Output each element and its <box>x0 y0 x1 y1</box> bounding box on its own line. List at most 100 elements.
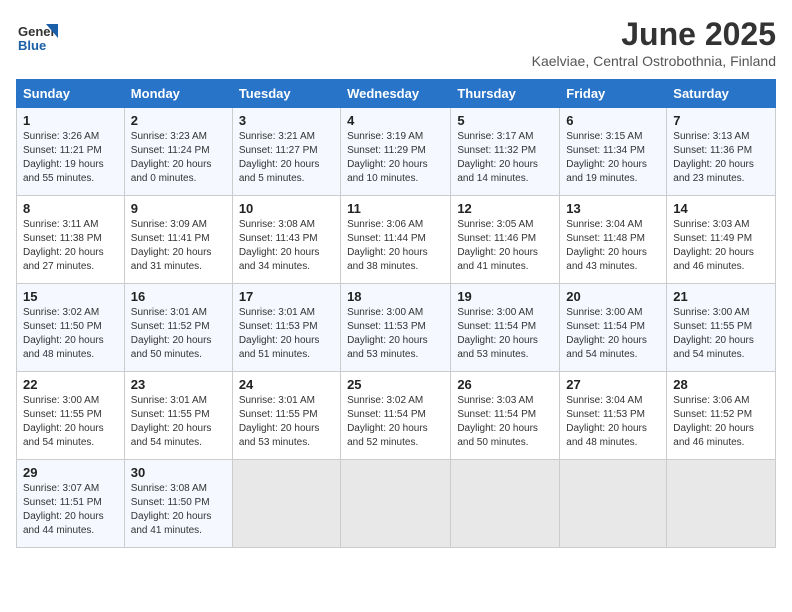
day-info: Sunrise: 3:02 AM Sunset: 11:50 PM Daylig… <box>23 306 118 362</box>
day-info: Sunrise: 3:04 AM Sunset: 11:48 PM Daylig… <box>566 218 660 274</box>
header-day-wednesday: Wednesday <box>341 80 451 108</box>
calendar-cell: 30 Sunrise: 3:08 AM Sunset: 11:50 PM Dayl… <box>124 460 232 548</box>
day-info: Sunrise: 3:01 AM Sunset: 11:53 PM Daylig… <box>239 306 334 362</box>
week-row-2: 8Sunrise: 3:11 AM Sunset: 11:38 PM Dayli… <box>17 196 776 284</box>
day-number: 16 <box>131 289 226 304</box>
calendar-cell: 8Sunrise: 3:11 AM Sunset: 11:38 PM Dayli… <box>17 196 125 284</box>
day-info: Sunrise: 3:06 AM Sunset: 11:52 PM Daylig… <box>673 394 769 450</box>
day-info: Sunrise: 3:15 AM Sunset: 11:34 PM Daylig… <box>566 130 660 186</box>
day-number: 8 <box>23 201 118 216</box>
day-number: 4 <box>347 113 444 128</box>
calendar-cell: 19Sunrise: 3:00 AM Sunset: 11:54 PM Dayl… <box>451 284 560 372</box>
calendar-cell: 14 Sunrise: 3:03 AM Sunset: 11:49 PM Dayl… <box>667 196 776 284</box>
day-info: Sunrise: 3:09 AM Sunset: 11:41 PM Daylig… <box>131 218 226 274</box>
calendar-cell: 18Sunrise: 3:00 AM Sunset: 11:53 PM Dayl… <box>341 284 451 372</box>
header-day-friday: Friday <box>560 80 667 108</box>
header-day-tuesday: Tuesday <box>232 80 340 108</box>
calendar-cell: 15 Sunrise: 3:02 AM Sunset: 11:50 PM Dayl… <box>17 284 125 372</box>
calendar-cell: 29 Sunrise: 3:07 AM Sunset: 11:51 PM Dayl… <box>17 460 125 548</box>
day-info: Sunrise: 3:01 AM Sunset: 11:55 PM Daylig… <box>239 394 334 450</box>
day-number: 10 <box>239 201 334 216</box>
day-number: 27 <box>566 377 660 392</box>
day-number: 23 <box>131 377 226 392</box>
day-info: Sunrise: 3:05 AM Sunset: 11:46 PM Daylig… <box>457 218 553 274</box>
day-info: Sunrise: 3:13 AM Sunset: 11:36 PM Daylig… <box>673 130 769 186</box>
day-number: 3 <box>239 113 334 128</box>
calendar-cell: 17 Sunrise: 3:01 AM Sunset: 11:53 PM Dayl… <box>232 284 340 372</box>
calendar-cell: 11 Sunrise: 3:06 AM Sunset: 11:44 PM Dayl… <box>341 196 451 284</box>
day-number: 29 <box>23 465 118 480</box>
calendar-cell <box>451 460 560 548</box>
location: Kaelviae, Central Ostrobothnia, Finland <box>532 53 776 69</box>
calendar-cell: 28 Sunrise: 3:06 AM Sunset: 11:52 PM Dayl… <box>667 372 776 460</box>
day-info: Sunrise: 3:06 AM Sunset: 11:44 PM Daylig… <box>347 218 444 274</box>
day-info: Sunrise: 3:03 AM Sunset: 11:49 PM Daylig… <box>673 218 769 274</box>
day-number: 15 <box>23 289 118 304</box>
calendar-cell: 9 Sunrise: 3:09 AM Sunset: 11:41 PM Dayli… <box>124 196 232 284</box>
day-number: 9 <box>131 201 226 216</box>
calendar-cell: 5 Sunrise: 3:17 AM Sunset: 11:32 PM Dayli… <box>451 108 560 196</box>
day-info: Sunrise: 3:17 AM Sunset: 11:32 PM Daylig… <box>457 130 553 186</box>
title-section: June 2025 Kaelviae, Central Ostrobothnia… <box>532 16 776 69</box>
calendar-body: 1 Sunrise: 3:26 AM Sunset: 11:21 PM Dayli… <box>17 108 776 548</box>
day-info: Sunrise: 3:00 AM Sunset: 11:55 PM Daylig… <box>23 394 118 450</box>
header-day-monday: Monday <box>124 80 232 108</box>
day-number: 30 <box>131 465 226 480</box>
calendar-cell: 27 Sunrise: 3:04 AM Sunset: 11:53 PM Dayl… <box>560 372 667 460</box>
day-info: Sunrise: 3:02 AM Sunset: 11:54 PM Daylig… <box>347 394 444 450</box>
page-header: General Blue June 2025 Kaelviae, Central… <box>16 16 776 69</box>
day-number: 21 <box>673 289 769 304</box>
header-day-saturday: Saturday <box>667 80 776 108</box>
day-number: 20 <box>566 289 660 304</box>
day-info: Sunrise: 3:08 AM Sunset: 11:50 PM Daylig… <box>131 482 226 538</box>
day-info: Sunrise: 3:21 AM Sunset: 11:27 PM Daylig… <box>239 130 334 186</box>
day-number: 11 <box>347 201 444 216</box>
day-info: Sunrise: 3:08 AM Sunset: 11:43 PM Daylig… <box>239 218 334 274</box>
calendar-cell: 3 Sunrise: 3:21 AM Sunset: 11:27 PM Dayli… <box>232 108 340 196</box>
day-info: Sunrise: 3:26 AM Sunset: 11:21 PM Daylig… <box>23 130 118 186</box>
header-day-thursday: Thursday <box>451 80 560 108</box>
day-number: 5 <box>457 113 553 128</box>
calendar-cell: 21Sunrise: 3:00 AM Sunset: 11:55 PM Dayl… <box>667 284 776 372</box>
day-number: 25 <box>347 377 444 392</box>
week-row-4: 22 Sunrise: 3:00 AM Sunset: 11:55 PM Dayl… <box>17 372 776 460</box>
day-number: 14 <box>673 201 769 216</box>
svg-text:Blue: Blue <box>18 38 46 53</box>
day-number: 17 <box>239 289 334 304</box>
day-number: 2 <box>131 113 226 128</box>
day-info: Sunrise: 3:07 AM Sunset: 11:51 PM Daylig… <box>23 482 118 538</box>
day-number: 18 <box>347 289 444 304</box>
header-row: SundayMondayTuesdayWednesdayThursdayFrid… <box>17 80 776 108</box>
day-number: 12 <box>457 201 553 216</box>
day-info: Sunrise: 3:00 AM Sunset: 11:54 PM Daylig… <box>566 306 660 362</box>
day-number: 22 <box>23 377 118 392</box>
calendar-cell: 10 Sunrise: 3:08 AM Sunset: 11:43 PM Dayl… <box>232 196 340 284</box>
calendar-cell: 7 Sunrise: 3:13 AM Sunset: 11:36 PM Dayli… <box>667 108 776 196</box>
calendar-header: SundayMondayTuesdayWednesdayThursdayFrid… <box>17 80 776 108</box>
day-number: 1 <box>23 113 118 128</box>
day-number: 26 <box>457 377 553 392</box>
logo: General Blue <box>16 16 58 58</box>
calendar-cell: 22 Sunrise: 3:00 AM Sunset: 11:55 PM Dayl… <box>17 372 125 460</box>
calendar-cell: 6Sunrise: 3:15 AM Sunset: 11:34 PM Dayli… <box>560 108 667 196</box>
day-info: Sunrise: 3:03 AM Sunset: 11:54 PM Daylig… <box>457 394 553 450</box>
calendar-cell: 13Sunrise: 3:04 AM Sunset: 11:48 PM Dayl… <box>560 196 667 284</box>
calendar-cell <box>232 460 340 548</box>
calendar-cell: 25 Sunrise: 3:02 AM Sunset: 11:54 PM Dayl… <box>341 372 451 460</box>
day-info: Sunrise: 3:04 AM Sunset: 11:53 PM Daylig… <box>566 394 660 450</box>
week-row-3: 15 Sunrise: 3:02 AM Sunset: 11:50 PM Dayl… <box>17 284 776 372</box>
calendar-cell <box>341 460 451 548</box>
calendar-cell: 24Sunrise: 3:01 AM Sunset: 11:55 PM Dayl… <box>232 372 340 460</box>
week-row-1: 1 Sunrise: 3:26 AM Sunset: 11:21 PM Dayli… <box>17 108 776 196</box>
day-number: 7 <box>673 113 769 128</box>
calendar-cell <box>560 460 667 548</box>
day-number: 28 <box>673 377 769 392</box>
calendar-cell: 4Sunrise: 3:19 AM Sunset: 11:29 PM Dayli… <box>341 108 451 196</box>
day-info: Sunrise: 3:01 AM Sunset: 11:55 PM Daylig… <box>131 394 226 450</box>
calendar-cell: 16Sunrise: 3:01 AM Sunset: 11:52 PM Dayl… <box>124 284 232 372</box>
calendar-cell: 20 Sunrise: 3:00 AM Sunset: 11:54 PM Dayl… <box>560 284 667 372</box>
week-row-5: 29 Sunrise: 3:07 AM Sunset: 11:51 PM Dayl… <box>17 460 776 548</box>
calendar-cell: 23 Sunrise: 3:01 AM Sunset: 11:55 PM Dayl… <box>124 372 232 460</box>
day-info: Sunrise: 3:23 AM Sunset: 11:24 PM Daylig… <box>131 130 226 186</box>
calendar-cell: 1 Sunrise: 3:26 AM Sunset: 11:21 PM Dayli… <box>17 108 125 196</box>
